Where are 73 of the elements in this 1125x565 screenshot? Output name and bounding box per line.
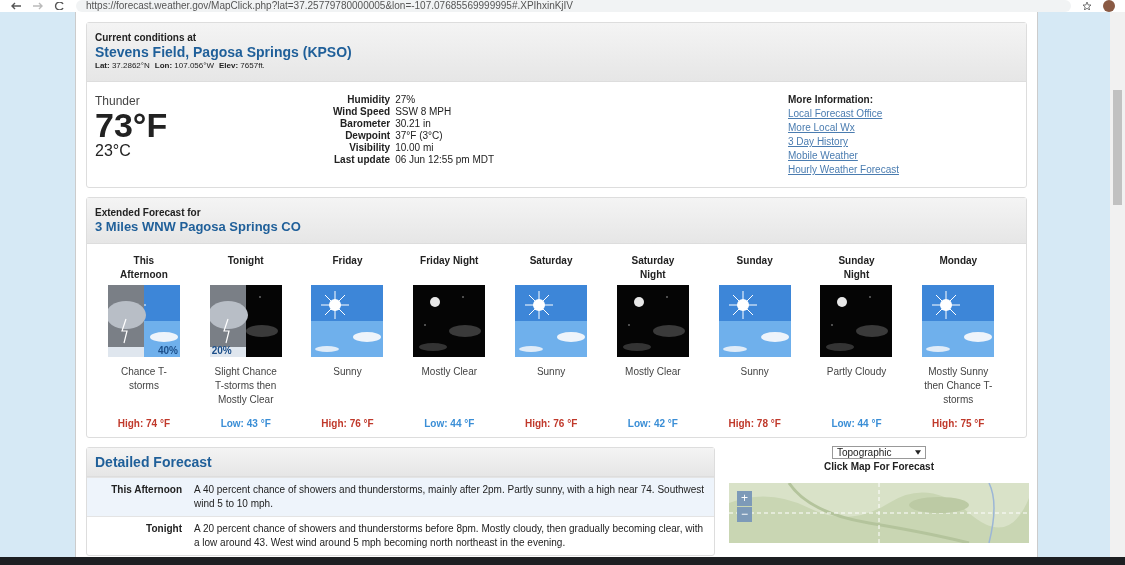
info-link[interactable]: More Local Wx [788, 122, 899, 133]
zoom-in-button[interactable]: + [737, 491, 752, 506]
period-name: Saturday Night [630, 254, 676, 282]
period-temperature: High: 78 °F [728, 418, 781, 429]
period-temperature: High: 75 °F [932, 418, 985, 429]
info-link[interactable]: Hourly Weather Forecast [788, 164, 899, 175]
precipitation-chance: 20% [210, 346, 233, 356]
detail-value: SSW 8 MPH [395, 106, 453, 117]
reload-icon[interactable] [54, 2, 66, 10]
panel-heading: Current conditions at [95, 32, 198, 43]
row-forecast-text: A 40 percent chance of showers and thunderstorms, mainly after 2pm. Partly sunny, with a high near 74. Southwest wind 5 to 10 mph. [193, 483, 706, 511]
period-name: Friday [331, 254, 364, 268]
coordinate-text: Lon: 107.056°W [154, 61, 214, 70]
more-info-heading: More Information: [788, 94, 874, 105]
map-layer-select[interactable]: Topographic [832, 446, 926, 459]
detail-value: 30.21 in [395, 118, 432, 129]
forecast-location: 3 Miles WNW Pagosa Springs CO [95, 219, 302, 234]
coordinate-text: Elev: 7657ft. [219, 61, 265, 70]
map-caption: Click Map For Forecast [824, 461, 934, 472]
info-link[interactable]: Local Forecast Office [788, 108, 899, 119]
period-temperature: Low: 42 °F [627, 418, 678, 429]
period-summary: Slight Chance T-storms then Mostly Clear [213, 365, 278, 407]
period-summary: Chance T-storms [119, 365, 168, 393]
zoom-out-button[interactable]: − [737, 507, 752, 522]
panel-heading: Extended Forecast for [95, 207, 202, 218]
period-temperature: Low: 43 °F [220, 418, 271, 429]
period-temperature: High: 76 °F [321, 418, 374, 429]
period-name: Sunday [735, 254, 774, 268]
period-summary: Sunny [739, 365, 770, 379]
precipitation-chance: 40% [156, 346, 179, 356]
period-name: Friday Night [419, 254, 480, 268]
row-forecast-text: A 20 percent chance of showers and thunderstorms before 8pm. Mostly cloudy, then gradually becoming clear, with a low around 43. West wind around 5 mph becoming north northeast in the evening. [193, 522, 704, 550]
period-name: Sunday Night [837, 254, 876, 282]
period-name: Saturday [528, 254, 574, 268]
temperature-c: 23°C [95, 142, 132, 160]
coordinate-text: Lat: 37.2862°N [95, 61, 150, 70]
detail-value: 27% [395, 94, 417, 105]
condition-text: Thunder [95, 94, 141, 108]
period-summary: Sunny [535, 365, 567, 379]
detail-label: Barometer [339, 118, 391, 129]
panel-heading: Detailed Forecast [95, 454, 213, 470]
period-summary: Mostly Sunny then Chance T-storms [923, 365, 994, 407]
period-name: This Afternoon [119, 254, 169, 282]
detail-label: Dewpoint [344, 130, 391, 141]
avatar-icon[interactable] [1103, 0, 1115, 12]
detail-value: 06 Jun 12:55 pm MDT [395, 154, 495, 165]
scrollbar[interactable] [1110, 12, 1125, 557]
detail-label: Last update [333, 154, 391, 165]
period-temperature: High: 74 °F [117, 418, 171, 429]
period-summary: Partly Cloudy [825, 365, 888, 379]
address-bar[interactable]: https://forecast.weather.gov/MapClick.php?lat=37.25779780000005&lon=-107.07685569999995#.XPIhxinKjIV [76, 0, 1071, 12]
period-name: Tonight [226, 254, 265, 268]
detail-label: Humidity [346, 94, 391, 105]
temperature-f: 73°F [95, 108, 169, 142]
detail-label: Visibility [348, 142, 391, 153]
period-summary: Mostly Clear [420, 365, 479, 379]
detail-value: 10.00 mi [395, 142, 435, 153]
row-period: This Afternoon [110, 483, 182, 497]
info-link[interactable]: 3 Day History [788, 136, 899, 147]
info-link[interactable]: Mobile Weather [788, 150, 899, 161]
period-name: Monday [938, 254, 979, 268]
period-summary: Mostly Clear [624, 365, 682, 379]
period-temperature: Low: 44 °F [831, 418, 882, 429]
station-name: Stevens Field, Pagosa Springs (KPSO) [95, 44, 353, 60]
detail-label: Wind Speed [333, 106, 391, 117]
star-icon[interactable] [1081, 2, 1093, 10]
period-temperature: High: 76 °F [524, 418, 578, 429]
period-temperature: Low: 44 °F [424, 418, 475, 429]
back-icon[interactable] [10, 2, 22, 10]
period-summary: Sunny [332, 365, 363, 379]
detail-value: 37°F (3°C) [395, 130, 444, 141]
caret-icon [915, 450, 921, 455]
row-period: Tonight [145, 522, 182, 536]
